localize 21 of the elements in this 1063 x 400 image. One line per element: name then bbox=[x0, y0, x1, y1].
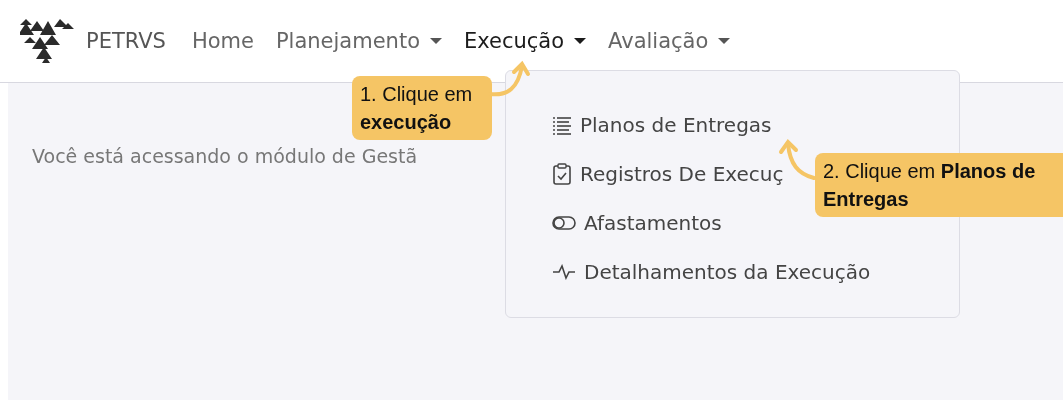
nav-link[interactable]: Avaliação bbox=[608, 29, 731, 53]
menu-item-label: Registros De Execuç bbox=[580, 162, 784, 186]
callout-tooltip: 1. Clique em execução bbox=[352, 76, 492, 140]
menu-item[interactable]: Detalhamentos da Execução bbox=[552, 254, 871, 290]
brand-name: PETRVS bbox=[86, 29, 166, 53]
nav-link[interactable]: Execução bbox=[464, 29, 587, 53]
nav-link[interactable]: Planejamento bbox=[275, 29, 442, 53]
menu-item[interactable]: Planos de Entregas bbox=[552, 107, 772, 143]
menu-item-label: Detalhamentos da Execução bbox=[584, 260, 871, 284]
callout-tooltip: 2. Clique em Planos de Entregas bbox=[815, 153, 1063, 217]
menu-item-label: Afastamentos bbox=[584, 211, 722, 235]
toggle-icon bbox=[552, 216, 576, 230]
clipboard-check-icon bbox=[552, 163, 572, 185]
menu-item[interactable]: Registros De Execuç bbox=[552, 156, 784, 192]
menu-item-label: Planos de Entregas bbox=[580, 113, 772, 137]
pulse-icon bbox=[552, 264, 576, 280]
welcome-message: Você está acessando o módulo de Gestã bbox=[32, 145, 419, 167]
nav-link[interactable]: Home bbox=[191, 29, 254, 53]
logo-icon bbox=[20, 19, 74, 63]
menu-item[interactable]: Afastamentos bbox=[552, 205, 722, 241]
list-icon bbox=[552, 115, 572, 135]
